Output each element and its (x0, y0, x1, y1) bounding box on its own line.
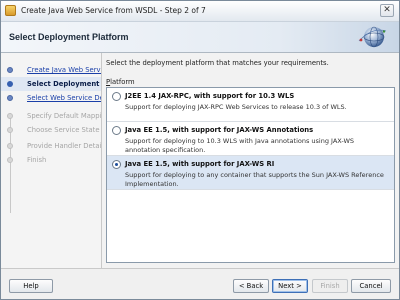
step-provide-handler-details: Provide Handler Details (1, 139, 101, 153)
option-title: Java EE 1.5, with support for JAX-WS RI (125, 160, 275, 168)
radio-button[interactable] (112, 126, 121, 135)
option-description: Support for deploying JAX-RPC Web Servic… (125, 103, 347, 111)
platform-option-javaee-annotations[interactable]: Java EE 1.5, with support for JAX-WS Ann… (107, 122, 394, 156)
option-description: Support for deploying to any container t… (125, 171, 384, 188)
title-bar[interactable]: Create Java Web Service from WSDL - Step… (1, 1, 399, 22)
close-button[interactable]: ✕ (380, 4, 394, 17)
step-finish: Finish (1, 153, 101, 167)
globe-icon (358, 26, 387, 48)
platform-label: Platform (106, 78, 135, 86)
wizard-steps-sidebar: Create Java Web Service Select Deploymen… (1, 53, 102, 268)
step-pending-icon (7, 113, 13, 119)
option-title: J2EE 1.4 JAX-RPC, with support for 10.3 … (125, 92, 295, 100)
step-pending-icon (7, 143, 13, 149)
platform-label-rest: latform (110, 78, 135, 86)
step-label: Select Deployment Platform (27, 80, 101, 88)
step-create-java-web-service[interactable]: Create Java Web Service (1, 63, 101, 77)
wizard-content: Select the deployment platform that matc… (102, 53, 399, 268)
step-pending-icon (7, 127, 13, 133)
step-label: Specify Default Mapping Options (27, 112, 101, 120)
step-label: Select Web Service Description (27, 94, 101, 102)
platform-options-list: J2EE 1.4 JAX-RPC, with support for 10.3 … (106, 87, 395, 263)
back-button[interactable]: < Back (233, 279, 269, 293)
step-label: Finish (27, 156, 47, 164)
help-button[interactable]: Help (9, 279, 53, 293)
radio-button[interactable] (112, 92, 121, 101)
platform-option-javaee-jaxws-ri[interactable]: Java EE 1.5, with support for JAX-WS RI … (107, 156, 394, 190)
step-choose-service-state: Choose Service State (1, 123, 101, 137)
step-completed-icon (7, 95, 13, 101)
radio-button-selected[interactable] (112, 160, 121, 169)
cancel-button[interactable]: Cancel (351, 279, 391, 293)
next-button[interactable]: Next > (272, 279, 308, 293)
step-label: Choose Service State (27, 126, 100, 134)
finish-button: Finish (312, 279, 348, 293)
step-label: Provide Handler Details (27, 142, 101, 150)
platform-option-j2ee-jaxrpc[interactable]: J2EE 1.4 JAX-RPC, with support for 10.3 … (107, 88, 394, 122)
step-completed-icon (7, 67, 13, 73)
window-title: Create Java Web Service from WSDL - Step… (21, 6, 206, 15)
step-specify-default-mapping: Specify Default Mapping Options (1, 109, 101, 123)
step-label: Create Java Web Service (27, 66, 101, 74)
step-pending-icon (7, 157, 13, 163)
wizard-window: Create Java Web Service from WSDL - Step… (0, 0, 400, 300)
wizard-header: Select Deployment Platform (1, 22, 399, 53)
instruction-text: Select the deployment platform that matc… (106, 59, 329, 67)
option-title: Java EE 1.5, with support for JAX-WS Ann… (125, 126, 314, 134)
step-select-deployment-platform[interactable]: Select Deployment Platform (1, 77, 101, 91)
option-description: Support for deploying to 10.3 WLS with J… (125, 137, 355, 154)
wizard-footer: Help < Back Next > Finish Cancel (1, 268, 399, 299)
page-title: Select Deployment Platform (9, 32, 129, 42)
step-current-icon (7, 81, 13, 87)
wizard-icon (5, 5, 16, 16)
step-select-web-service-description[interactable]: Select Web Service Description (1, 91, 101, 105)
